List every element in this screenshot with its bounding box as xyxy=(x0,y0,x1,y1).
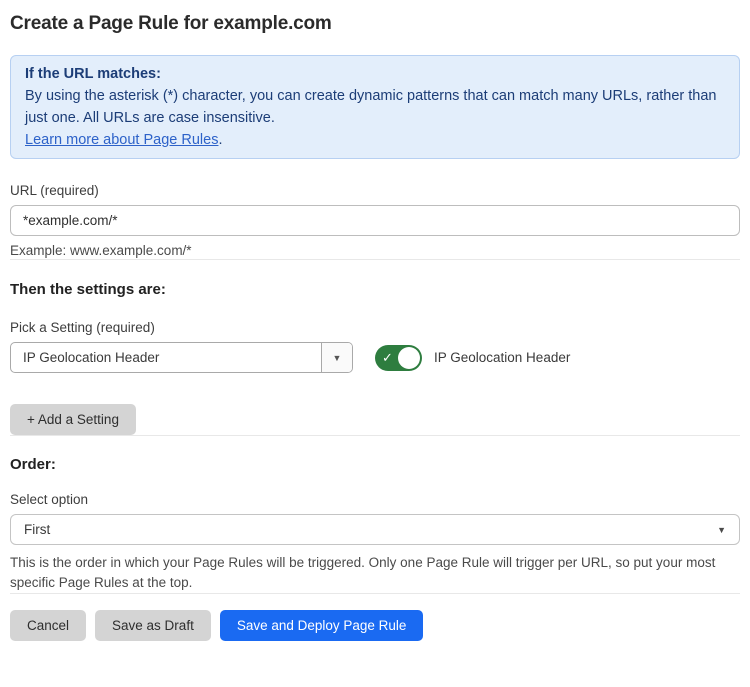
settings-section-heading: Then the settings are: xyxy=(10,281,740,299)
order-helper-text: This is the order in which your Page Rul… xyxy=(10,553,740,593)
setting-toggle-label: IP Geolocation Header xyxy=(434,350,570,365)
divider xyxy=(10,435,740,436)
save-draft-button[interactable]: Save as Draft xyxy=(95,610,211,641)
info-box-link-line: Learn more about Page Rules. xyxy=(25,129,725,151)
toggle-check-icon: ✓ xyxy=(382,351,393,364)
divider xyxy=(10,593,740,594)
setting-row: IP Geolocation Header ▼ ✓ IP Geolocation… xyxy=(10,342,740,373)
order-section-heading: Order: xyxy=(10,456,740,474)
create-page-rule-form: Create a Page Rule for example.com If th… xyxy=(0,0,750,641)
page-title: Create a Page Rule for example.com xyxy=(10,12,740,36)
setting-toggle[interactable]: ✓ xyxy=(375,345,422,371)
info-box-body: By using the asterisk (*) character, you… xyxy=(25,85,725,129)
setting-picker-label: Pick a Setting (required) xyxy=(10,319,740,336)
setting-dropdown[interactable]: IP Geolocation Header ▼ xyxy=(10,342,353,373)
url-input[interactable] xyxy=(10,205,740,236)
link-period: . xyxy=(218,132,222,148)
action-buttons-row: Cancel Save as Draft Save and Deploy Pag… xyxy=(10,610,740,641)
toggle-knob xyxy=(398,347,420,369)
learn-more-link[interactable]: Learn more about Page Rules xyxy=(25,132,218,148)
order-select-label: Select option xyxy=(10,491,740,508)
divider xyxy=(10,259,740,260)
url-helper-text: Example: www.example.com/* xyxy=(10,242,740,259)
select-caret-icon: ▼ xyxy=(717,525,726,535)
order-select-value: First xyxy=(24,522,50,537)
setting-dropdown-value: IP Geolocation Header xyxy=(11,343,321,372)
url-match-info-box: If the URL matches: By using the asteris… xyxy=(10,55,740,159)
order-select[interactable]: First ▼ xyxy=(10,514,740,545)
save-deploy-button[interactable]: Save and Deploy Page Rule xyxy=(220,610,424,641)
add-setting-button[interactable]: + Add a Setting xyxy=(10,404,136,435)
url-label: URL (required) xyxy=(10,182,740,199)
cancel-button[interactable]: Cancel xyxy=(10,610,86,641)
dropdown-caret-icon[interactable]: ▼ xyxy=(321,343,352,372)
info-box-heading: If the URL matches: xyxy=(25,63,725,85)
